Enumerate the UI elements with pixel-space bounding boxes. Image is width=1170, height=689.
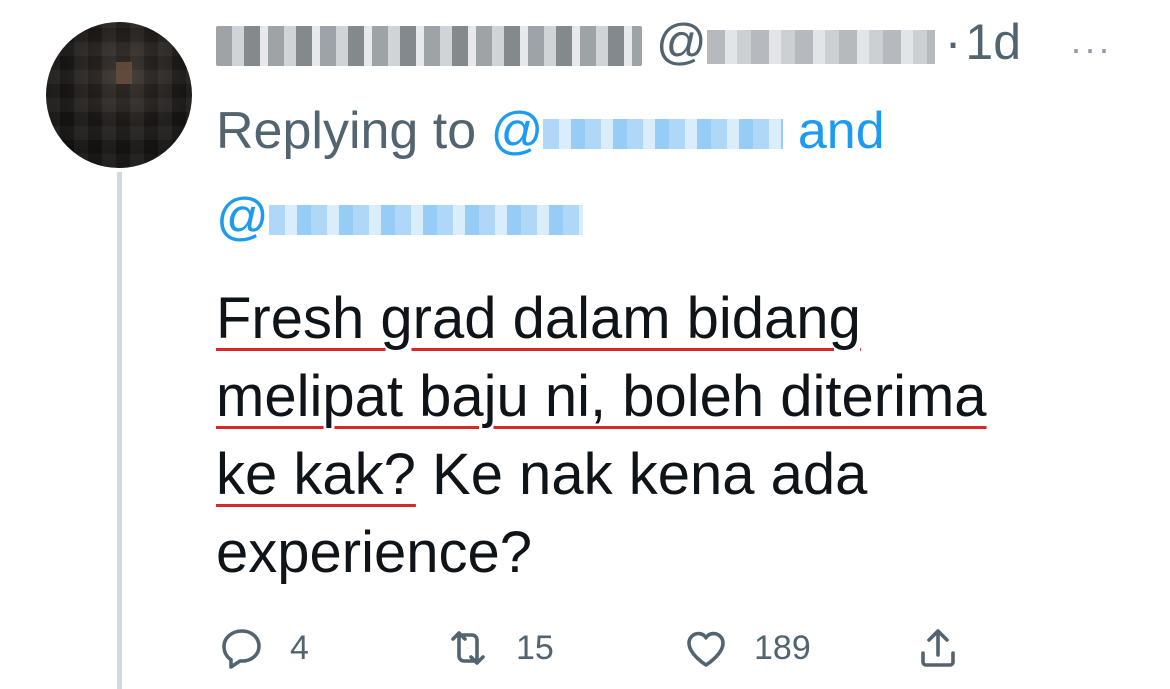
tweet-text-line-3: ke kak? Ke nak kena ada <box>216 436 1096 514</box>
reply-count: 4 <box>290 628 309 667</box>
replying-to: Replying to @ and <box>216 96 885 166</box>
tweet-text: Fresh grad dalam bidang melipat baju ni,… <box>216 280 1096 592</box>
more-icon[interactable]: ··· <box>1070 28 1112 70</box>
mention-2[interactable]: @ <box>216 188 583 246</box>
heart-icon <box>687 631 725 667</box>
mention-1-at: @ <box>490 102 544 160</box>
like-button[interactable]: 189 <box>682 620 811 676</box>
mention-1[interactable]: @ <box>491 102 784 160</box>
avatar-figure <box>116 62 132 84</box>
like-count: 189 <box>754 628 811 667</box>
tweet[interactable]: @ · 1d ··· Replying to @ and @ Fresh gra… <box>0 0 1170 689</box>
blurred-handle[interactable] <box>706 30 935 64</box>
retweet-icon <box>451 631 485 665</box>
tweet-text-line-3-underlined: ke kak? <box>216 442 416 507</box>
tweet-text-line-2: melipat baju ni, boleh diterima <box>216 364 987 429</box>
retweet-button[interactable]: 15 <box>444 620 554 676</box>
blurred-mention-1 <box>543 119 784 150</box>
avatar[interactable] <box>46 22 192 168</box>
tweet-text-line-1: Fresh grad dalam bidang <box>216 286 861 351</box>
tweet-actions: 4 15 189 <box>216 620 976 676</box>
handle-at[interactable]: @ <box>656 13 707 71</box>
time-separator: · <box>944 14 962 70</box>
mention-2-at: @ <box>216 188 269 246</box>
tweet-time[interactable]: 1d <box>965 13 1021 71</box>
reply-icon <box>222 629 261 669</box>
share-button[interactable] <box>914 620 962 676</box>
tweet-header: @ · 1d <box>216 12 1021 72</box>
reply-button[interactable]: 4 <box>218 620 309 676</box>
share-icon <box>921 629 955 667</box>
blurred-mention-2 <box>268 205 583 236</box>
replying-to-line2: @ <box>216 182 583 252</box>
retweet-count: 15 <box>516 628 554 667</box>
tweet-text-line-4: experience? <box>216 520 532 585</box>
thread-line <box>117 172 122 689</box>
blurred-display-name[interactable] <box>216 26 642 66</box>
reply-conjunction: and <box>797 102 885 160</box>
replying-to-label: Replying to <box>216 102 477 160</box>
tweet-text-line-3-rest: Ke nak kena ada <box>415 442 868 507</box>
